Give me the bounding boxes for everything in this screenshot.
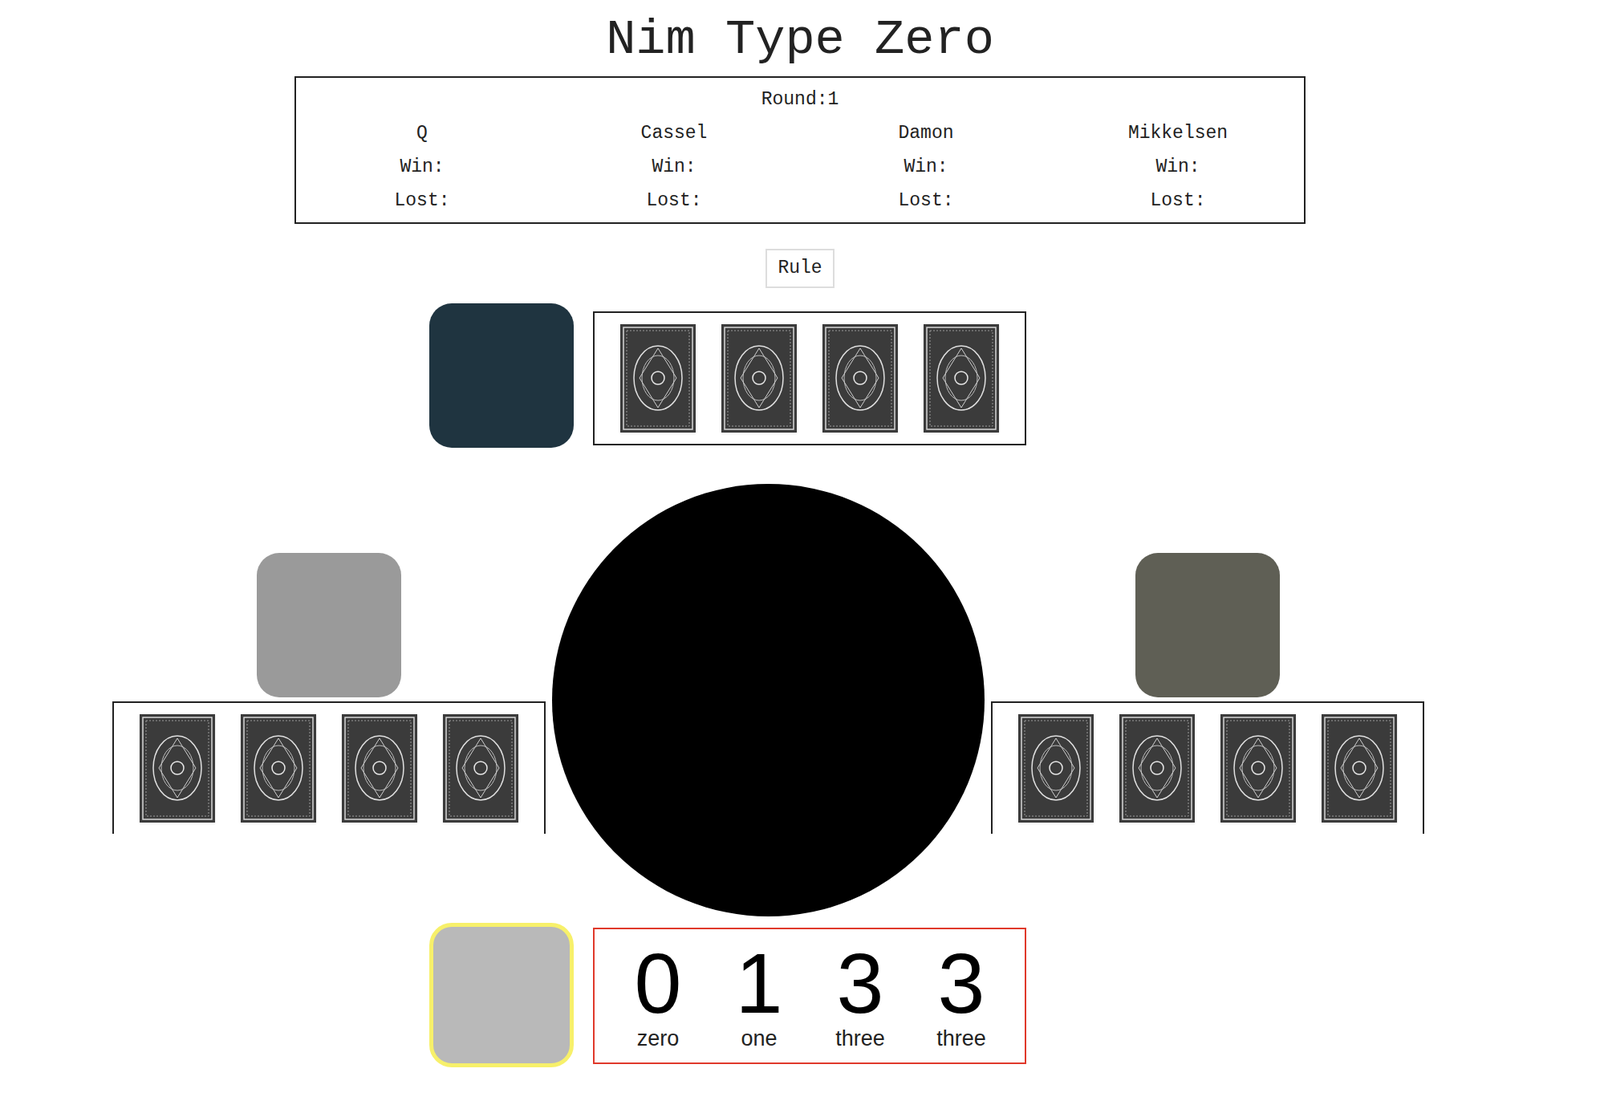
lost-label: Lost: — [1149, 183, 1206, 218]
player-name: Damon — [897, 116, 954, 151]
card[interactable]: 3three — [822, 940, 898, 1052]
card-back-icon — [1321, 714, 1397, 823]
win-label: Win: — [903, 150, 948, 184]
player-avatar — [429, 303, 574, 448]
score-column: DamonWin:Lost: — [800, 116, 1052, 218]
card — [341, 714, 418, 823]
card — [1321, 714, 1397, 823]
left-seat — [112, 483, 546, 834]
card-back-icon — [1220, 714, 1296, 823]
card-back-icon — [139, 714, 216, 823]
hand: 0zero 1one 3three 3three — [592, 927, 1027, 1064]
card-back-icon — [1018, 714, 1094, 823]
card-back-icon — [341, 714, 418, 823]
hand — [592, 311, 1027, 446]
card — [620, 324, 696, 433]
player-avatar — [429, 922, 574, 1068]
bottom-seat: 0zero 1one 3three 3three — [429, 922, 1027, 1068]
top-seat — [429, 303, 1027, 448]
card-back-icon — [1119, 714, 1195, 823]
card-back-icon — [721, 324, 797, 433]
card[interactable]: 3three — [923, 940, 999, 1052]
card-back-icon — [923, 324, 999, 433]
game-title: Nim Type Zero — [605, 11, 995, 70]
right-seat — [990, 483, 1425, 834]
game-page: Nim Type ZeroRound:1QWin:Lost:CasselWin:… — [0, 0, 1600, 1101]
card — [1018, 714, 1094, 823]
player-avatar — [1135, 552, 1280, 698]
rule-button[interactable]: Rule — [765, 248, 835, 289]
player-name: Mikkelsen — [1128, 116, 1228, 151]
player-name: Cassel — [641, 116, 708, 151]
player-avatar — [256, 552, 402, 698]
middle-row — [112, 483, 1425, 917]
win-label: Win: — [399, 150, 444, 184]
card[interactable]: 1one — [721, 940, 797, 1052]
hand — [990, 701, 1425, 834]
card-back-icon — [442, 714, 519, 823]
round-label: Round:1 — [296, 82, 1304, 117]
lost-label: Lost: — [897, 183, 954, 218]
player-name: Q — [416, 116, 428, 151]
lost-label: Lost: — [393, 183, 450, 218]
center-pile — [552, 483, 985, 917]
card — [442, 714, 519, 823]
card — [1220, 714, 1296, 823]
score-column: MikkelsenWin:Lost: — [1051, 116, 1304, 218]
card — [721, 324, 797, 433]
card — [240, 714, 317, 823]
card — [1119, 714, 1195, 823]
hand — [112, 701, 546, 834]
card-back-icon — [822, 324, 898, 433]
lost-label: Lost: — [645, 183, 702, 218]
score-column: CasselWin:Lost: — [548, 116, 800, 218]
card — [139, 714, 216, 823]
win-label: Win: — [651, 150, 696, 184]
score-column: QWin:Lost: — [296, 116, 549, 218]
card-back-icon — [240, 714, 317, 823]
scoreboard: Round:1QWin:Lost:CasselWin:Lost:DamonWin… — [294, 76, 1306, 224]
card-back-icon — [620, 324, 696, 433]
card — [923, 324, 999, 433]
card[interactable]: 0zero — [620, 940, 696, 1052]
card — [822, 324, 898, 433]
win-label: Win: — [1155, 150, 1200, 184]
